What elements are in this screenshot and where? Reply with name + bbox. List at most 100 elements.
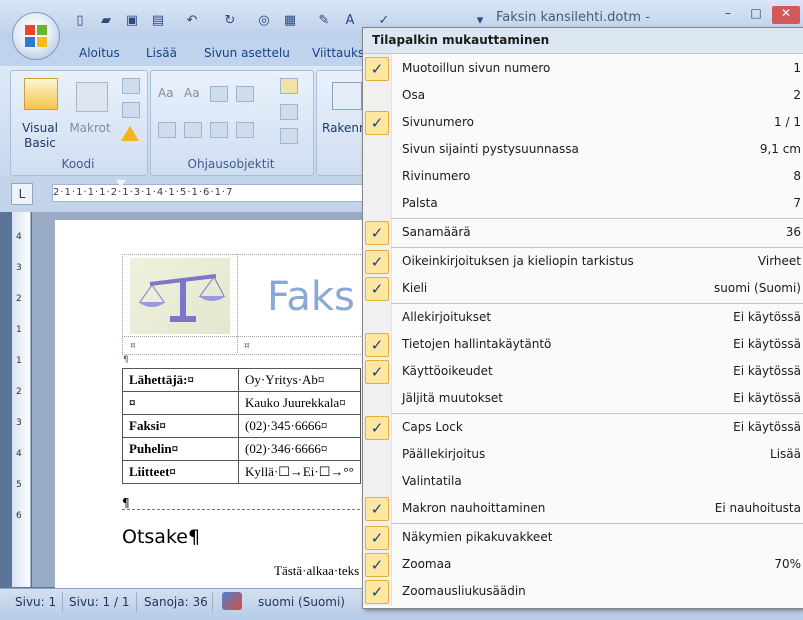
combo-box-icon[interactable] xyxy=(236,86,254,102)
redo-icon[interactable]: ↻ xyxy=(222,13,238,29)
pause-icon[interactable] xyxy=(122,102,140,118)
menu-item-label: Rivinumero xyxy=(402,169,471,183)
table-row: Puhelin¤ (02)·346·6666¤ xyxy=(122,437,361,461)
maximize-button[interactable]: □ xyxy=(742,6,770,24)
menu-item[interactable]: Palsta 7 xyxy=(363,190,803,217)
info-value[interactable]: Oy·Yritys·Ab¤ xyxy=(238,368,361,392)
record-macro-icon[interactable] xyxy=(122,78,140,94)
paragraph-mark: ¶ xyxy=(122,496,130,510)
macros-button[interactable]: Makrot xyxy=(66,121,114,136)
heading-otsake[interactable]: Otsake¶ xyxy=(122,526,200,548)
window-title: Faksin kansilehti.dotm - xyxy=(496,10,650,25)
save-icon[interactable]: ▣ xyxy=(124,13,140,29)
status-page[interactable]: Sivu: 1 xyxy=(15,595,56,609)
minimize-button[interactable]: – xyxy=(714,6,742,24)
menu-item[interactable]: Päällekirjoitus Lisää xyxy=(363,441,803,468)
structure-icon xyxy=(332,82,362,110)
tab-sivun-asettelu[interactable]: Sivun asettelu xyxy=(204,46,290,60)
menu-item[interactable]: ✓ Sanamäärä 36 xyxy=(363,219,803,246)
status-word-count[interactable]: Sanoja: 36 xyxy=(144,595,208,609)
menu-item[interactable]: Valintatila xyxy=(363,468,803,495)
menu-item[interactable]: ✓ Caps Lock Ei käytössä xyxy=(363,414,803,441)
office-button[interactable] xyxy=(12,12,60,60)
menu-item[interactable]: ✓ Zoomaa 70% xyxy=(363,551,803,578)
menu-item[interactable]: ✓ Muotoillun sivun numero 1 xyxy=(363,55,803,82)
dropdown-control-icon[interactable] xyxy=(158,122,176,138)
info-label[interactable]: ¤ xyxy=(122,391,239,415)
close-button[interactable]: ✕ xyxy=(772,6,800,24)
building-block-icon[interactable] xyxy=(210,122,228,138)
menu-item[interactable]: Sivun sijainti pystysuunnassa 9,1 cm xyxy=(363,136,803,163)
menu-item[interactable]: ✓ Tietojen hallintakäytäntö Ei käytössä xyxy=(363,331,803,358)
menu-item-value: Ei käytössä xyxy=(733,391,801,405)
zoom-icon[interactable]: ◎ xyxy=(256,13,272,29)
menu-item[interactable]: ✓ Näkymien pikakuvakkeet xyxy=(363,524,803,551)
fax-title: Faks xyxy=(267,274,355,320)
info-value[interactable]: Kyllä·☐→Ei·☐→°° xyxy=(238,460,361,484)
vertical-ruler-tick: 1 xyxy=(16,356,22,366)
table-row: Lähettäjä:¤ Oy·Yritys·Ab¤ xyxy=(122,368,361,392)
open-icon[interactable]: ▰ xyxy=(98,13,114,29)
date-picker-icon[interactable] xyxy=(184,122,202,138)
visual-basic-button[interactable]: Visual Basic xyxy=(16,121,64,151)
plain-text-control-icon[interactable]: Aa xyxy=(184,86,200,101)
menu-item-value: Virheet xyxy=(757,254,801,268)
status-page-of[interactable]: Sivu: 1 / 1 xyxy=(69,595,129,609)
print-icon[interactable]: ▦ xyxy=(282,13,298,29)
menu-item[interactable]: ✓ Zoomausliukusäädin xyxy=(363,578,803,605)
tab-stop-selector[interactable]: L xyxy=(11,183,33,205)
menu-item[interactable]: Osa 2 xyxy=(363,82,803,109)
structure-button[interactable]: Rakenn xyxy=(322,121,367,136)
status-language[interactable]: suomi (Suomi) xyxy=(258,595,345,609)
checkmark-icon: ✓ xyxy=(365,221,389,245)
info-label[interactable]: Liitteet¤ xyxy=(122,460,239,484)
menu-item[interactable]: Jäljitä muutokset Ei käytössä xyxy=(363,385,803,412)
menu-item[interactable]: ✓ Kieli suomi (Suomi) xyxy=(363,275,803,302)
menu-item-label: Valintatila xyxy=(402,474,462,488)
status-separator xyxy=(212,592,213,612)
font-icon[interactable]: A xyxy=(342,13,358,29)
undo-icon[interactable]: ↶ xyxy=(184,13,200,29)
menu-item-label: Kieli xyxy=(402,281,428,295)
new-icon[interactable]: ▯ xyxy=(72,13,88,29)
warning-icon[interactable] xyxy=(121,126,139,141)
checkmark-icon: ✓ xyxy=(365,553,389,577)
design-mode-icon[interactable] xyxy=(280,78,298,94)
menu-item-value: 1 xyxy=(793,61,801,75)
info-value[interactable]: (02)·345·6666¤ xyxy=(238,414,361,438)
info-value[interactable]: Kauko Juurekkala¤ xyxy=(238,391,361,415)
menu-item[interactable]: ✓ Käyttöoikeudet Ei käytössä xyxy=(363,358,803,385)
macros-icon xyxy=(76,82,108,112)
info-label[interactable]: Faksi¤ xyxy=(122,414,239,438)
indent-marker-icon[interactable] xyxy=(116,180,126,188)
menu-item[interactable]: Rivinumero 8 xyxy=(363,163,803,190)
body-text[interactable]: Tästä·alkaa·teks xyxy=(274,563,359,579)
menu-item[interactable]: ✓ Makron nauhoittaminen Ei nauhoitusta xyxy=(363,495,803,522)
tab-lisaa[interactable]: Lisää xyxy=(146,46,177,60)
format-icon[interactable]: ✎ xyxy=(316,13,332,29)
menu-item-value: Ei käytössä xyxy=(733,310,801,324)
text-control-icon[interactable]: Aa xyxy=(158,86,174,101)
info-value[interactable]: (02)·346·6666¤ xyxy=(238,437,361,461)
print-preview-icon[interactable]: ▤ xyxy=(150,13,166,29)
info-label[interactable]: Lähettäjä:¤ xyxy=(122,368,239,392)
legacy-tools-icon[interactable] xyxy=(236,122,254,138)
tab-aloitus[interactable]: Aloitus xyxy=(79,46,120,60)
group-icon[interactable] xyxy=(280,128,298,144)
checkmark-icon: ✓ xyxy=(365,416,389,440)
menu-item-label: Osa xyxy=(402,88,426,102)
menu-item[interactable]: ✓ Sivunumero 1 / 1 xyxy=(363,109,803,136)
horizontal-ruler[interactable]: 2·1·1·1·1·2·1·3·1·4·1·5·1·6·1·7 xyxy=(52,184,374,202)
table-row: ¤ Kauko Juurekkala¤ xyxy=(122,391,361,415)
vertical-ruler-tick: 1 xyxy=(16,325,22,335)
proofing-icon[interactable] xyxy=(222,592,242,610)
info-label[interactable]: Puhelin¤ xyxy=(122,437,239,461)
menu-item[interactable]: ✓ Oikeinkirjoituksen ja kieliopin tarkist… xyxy=(363,248,803,275)
picture-control-icon[interactable] xyxy=(210,86,228,102)
properties-icon[interactable] xyxy=(280,104,298,120)
menu-item-value: Ei nauhoitusta xyxy=(714,501,801,515)
status-separator xyxy=(62,592,63,612)
checkmark-icon: ✓ xyxy=(365,360,389,384)
menu-item-label: Tietojen hallintakäytäntö xyxy=(402,337,552,351)
menu-item[interactable]: Allekirjoitukset Ei käytössä xyxy=(363,304,803,331)
